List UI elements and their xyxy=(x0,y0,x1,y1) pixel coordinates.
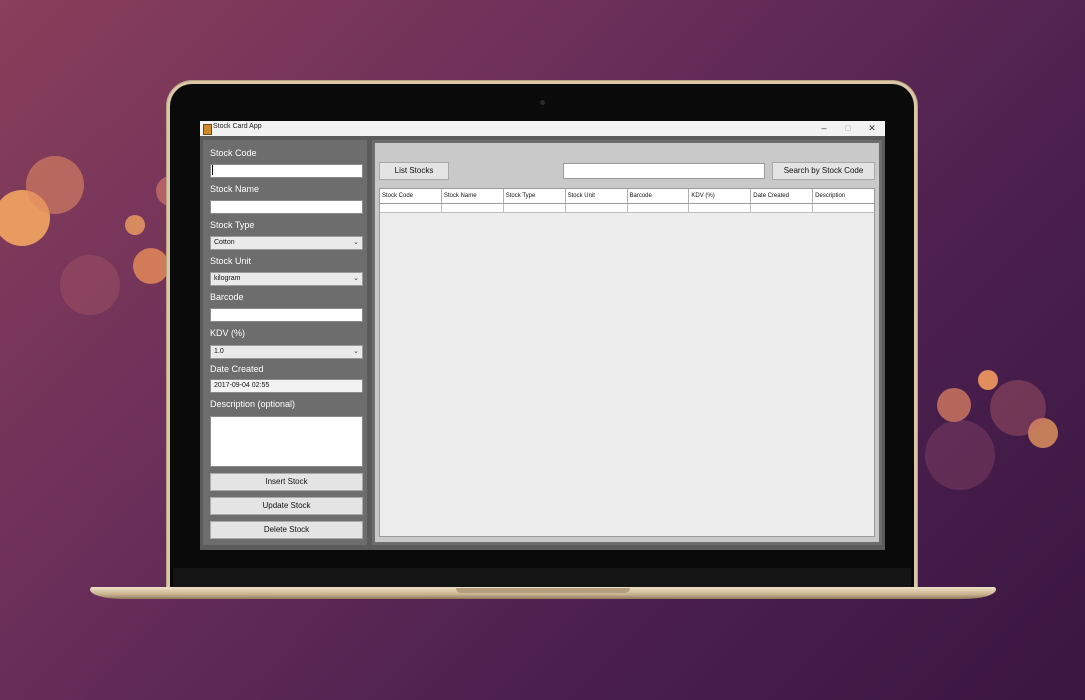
delete-stock-button[interactable]: Delete Stock xyxy=(210,521,363,539)
stock-code-label: Stock Code xyxy=(210,148,257,158)
stock-unit-select[interactable]: kilogram ⌄ xyxy=(210,272,363,286)
description-label: Description (optional) xyxy=(210,399,296,409)
insert-stock-button[interactable]: Insert Stock xyxy=(210,473,363,491)
column-header[interactable]: Date Created xyxy=(751,189,814,203)
stock-form-panel: Stock Code Stock Name Stock Type Cotton … xyxy=(203,140,367,545)
camera-icon xyxy=(540,100,545,105)
column-header[interactable]: KDV (%) xyxy=(689,189,752,203)
chevron-down-icon: ⌄ xyxy=(353,239,359,246)
close-button[interactable]: ✕ xyxy=(862,122,882,135)
search-input[interactable] xyxy=(563,163,765,179)
table-cell[interactable] xyxy=(504,204,566,212)
maximize-button[interactable]: □ xyxy=(838,122,858,135)
table-row[interactable] xyxy=(380,204,874,213)
table-cell[interactable] xyxy=(813,204,874,212)
bokeh-light xyxy=(978,370,998,390)
minimize-button[interactable]: – xyxy=(814,122,834,135)
table-cell[interactable] xyxy=(689,204,752,212)
bokeh-light xyxy=(125,215,145,235)
stock-name-label: Stock Name xyxy=(210,184,260,194)
laptop-notch xyxy=(456,588,630,593)
table-cell[interactable] xyxy=(442,204,504,212)
bokeh-light xyxy=(990,380,1046,436)
stock-unit-label: Stock Unit xyxy=(210,256,252,266)
stock-code-input[interactable] xyxy=(210,164,363,178)
app-window: Stock Card App – □ ✕ Stock Code Stock Na… xyxy=(200,121,885,550)
stock-type-label: Stock Type xyxy=(210,220,255,230)
column-header[interactable]: Stock Name xyxy=(442,189,504,203)
kdv-value: 1.0 xyxy=(214,348,224,355)
description-textarea[interactable] xyxy=(210,416,363,467)
window-title: Stock Card App xyxy=(213,123,262,130)
barcode-input[interactable] xyxy=(210,308,363,322)
stock-list-panel: List Stocks Search by Stock Code Stock C… xyxy=(372,140,882,545)
java-app-icon xyxy=(203,124,212,135)
table-header: Stock Code Stock Name Stock Type Stock U… xyxy=(380,189,874,204)
stock-type-select[interactable]: Cotton ⌄ xyxy=(210,236,363,250)
table-cell[interactable] xyxy=(628,204,690,212)
kdv-select[interactable]: 1.0 ⌄ xyxy=(210,345,363,359)
column-header[interactable]: Description xyxy=(813,189,874,203)
stock-table[interactable]: Stock Code Stock Name Stock Type Stock U… xyxy=(379,188,875,537)
search-by-stock-code-button[interactable]: Search by Stock Code xyxy=(772,162,875,180)
table-cell[interactable] xyxy=(751,204,814,212)
bokeh-light xyxy=(937,388,971,422)
title-bar[interactable]: Stock Card App – □ ✕ xyxy=(200,121,885,136)
column-header[interactable]: Barcode xyxy=(628,189,690,203)
column-header[interactable]: Stock Code xyxy=(380,189,442,203)
date-created-input[interactable]: 2017-09-04 02:55 xyxy=(210,379,363,393)
stock-unit-value: kilogram xyxy=(214,275,241,282)
kdv-label: KDV (%) xyxy=(210,328,246,338)
bokeh-light xyxy=(925,420,995,490)
column-header[interactable]: Stock Unit xyxy=(566,189,628,203)
stock-type-value: Cotton xyxy=(214,239,235,246)
table-cell[interactable] xyxy=(566,204,628,212)
bokeh-light xyxy=(133,248,169,284)
update-stock-button[interactable]: Update Stock xyxy=(210,497,363,515)
barcode-label: Barcode xyxy=(210,292,244,302)
list-stocks-button[interactable]: List Stocks xyxy=(379,162,449,180)
chevron-down-icon: ⌄ xyxy=(353,275,359,282)
stock-name-input[interactable] xyxy=(210,200,363,214)
stock-list-content: List Stocks Search by Stock Code Stock C… xyxy=(375,143,879,542)
bokeh-light xyxy=(60,255,120,315)
column-header[interactable]: Stock Type xyxy=(504,189,566,203)
bokeh-light xyxy=(26,156,84,214)
table-cell[interactable] xyxy=(380,204,442,212)
screen-bezel-bottom xyxy=(173,568,911,588)
date-created-label: Date Created xyxy=(210,364,264,374)
text-caret xyxy=(212,165,213,176)
chevron-down-icon: ⌄ xyxy=(353,348,359,355)
